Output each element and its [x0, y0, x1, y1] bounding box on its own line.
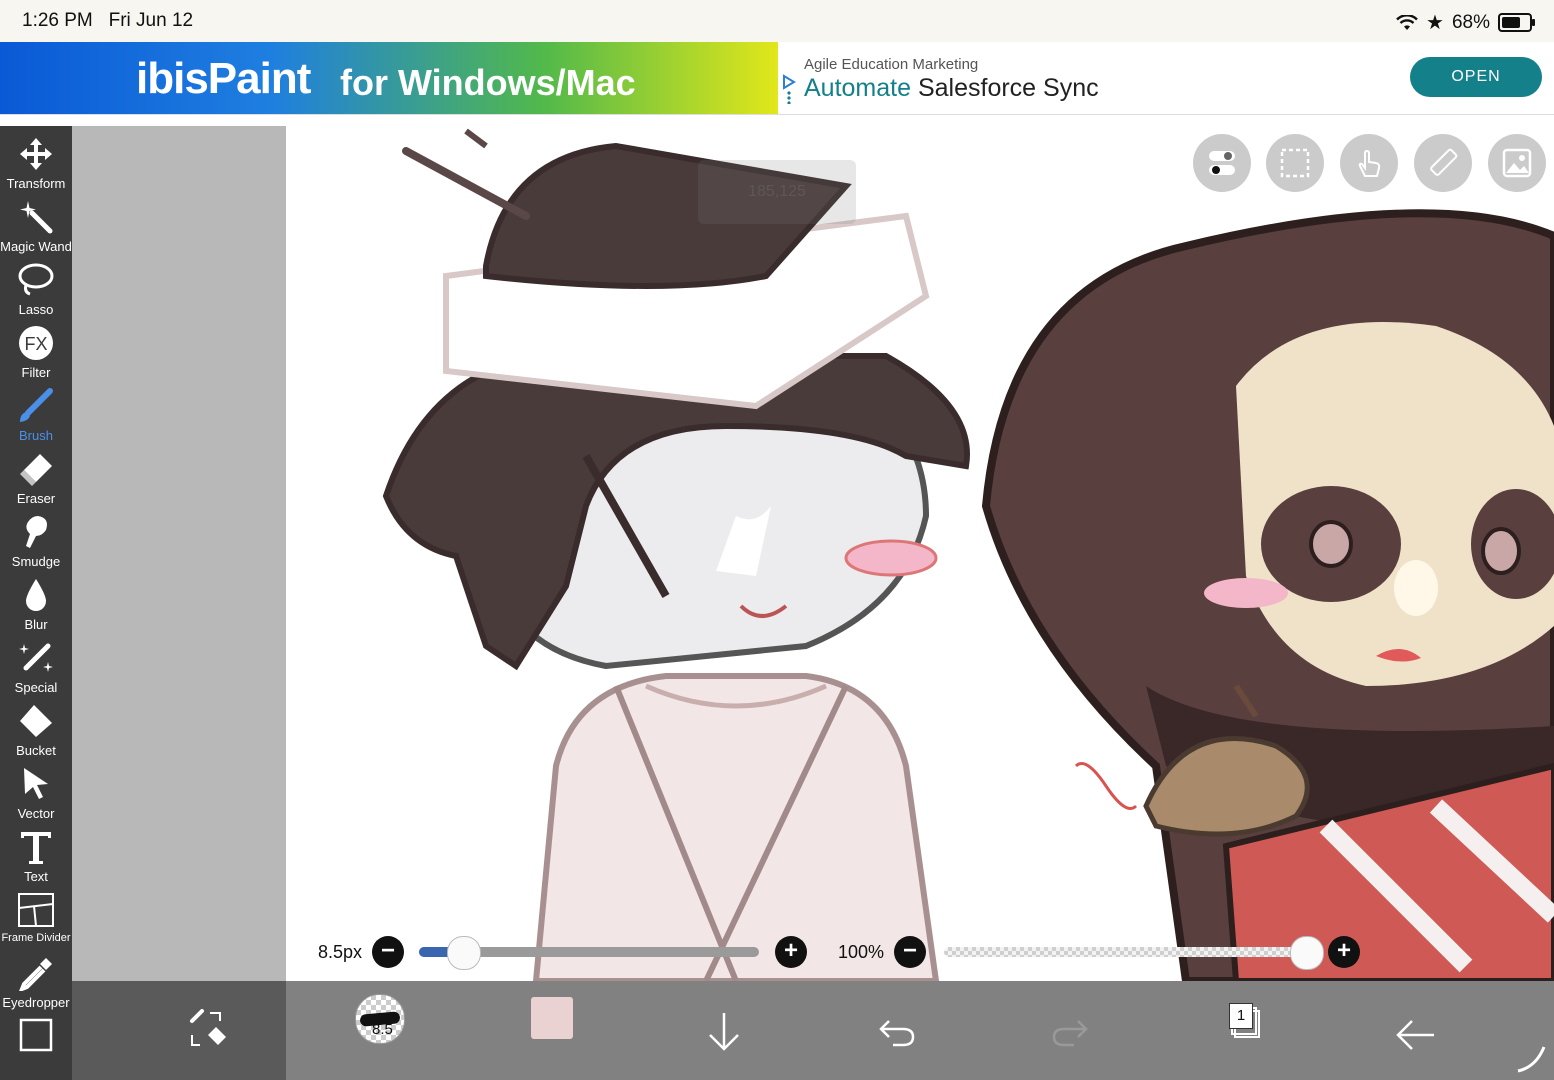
tool-bucket[interactable]: Bucket — [0, 697, 72, 760]
brush-size-slider-knob[interactable] — [447, 936, 482, 970]
ad-image[interactable]: ibisPaint for Windows/Mac — [0, 42, 778, 114]
status-bar: 1:26 PM Fri Jun 12 ★ 68% — [0, 0, 1554, 42]
tool-special[interactable]: Special — [0, 634, 72, 697]
coordinate-hint: 185,125 — [698, 160, 856, 224]
tool-panel: Transform Magic Wand Lasso FX Filter Bru… — [0, 126, 72, 1080]
toggle-switches-icon — [1209, 151, 1235, 175]
tool-smudge[interactable]: Smudge — [0, 508, 72, 571]
tool-magic-wand[interactable]: Magic Wand — [0, 193, 72, 256]
brush-size-increase-button[interactable]: + — [775, 936, 807, 968]
hand-touch-icon — [1358, 149, 1381, 177]
canvas-pasteboard — [72, 126, 286, 981]
ad-choices-icon[interactable] — [782, 74, 796, 104]
lasso-icon — [18, 263, 54, 296]
tool-text[interactable]: Text — [0, 823, 72, 886]
ruler-icon — [1430, 148, 1458, 176]
resize-handle-icon[interactable] — [1512, 1037, 1552, 1077]
color-swatch-button[interactable] — [531, 997, 573, 1039]
text-icon — [21, 832, 51, 864]
brush-size-preview-button[interactable]: 8.5 — [355, 994, 405, 1044]
brush-opacity-slider[interactable] — [944, 947, 1306, 957]
tool-filter[interactable]: FX Filter — [0, 319, 72, 382]
tool-frame-divider[interactable]: Frame Divider — [0, 886, 72, 949]
brush-size-label: 8.5px — [318, 942, 363, 962]
tool-eyedropper[interactable]: Eyedropper — [0, 949, 72, 1012]
redo-button[interactable] — [1040, 999, 1100, 1059]
undo-icon — [879, 1020, 915, 1047]
bucket-icon — [20, 705, 52, 737]
arrow-left-icon — [1396, 1020, 1434, 1050]
back-button[interactable] — [1386, 999, 1446, 1059]
blur-drop-icon — [26, 579, 46, 611]
battery-icon — [1498, 13, 1535, 32]
ad-tagline: for Windows/Mac — [340, 62, 636, 103]
eraser-icon — [20, 454, 52, 486]
brush-eraser-swap-icon — [190, 1009, 226, 1046]
brush-settings-bar: 8.5px − + 100% − + — [286, 930, 1554, 974]
wifi-icon — [1396, 14, 1418, 30]
special-pen-icon — [19, 643, 53, 672]
quick-settings-button[interactable] — [1193, 134, 1251, 192]
tool-canvas-toggle[interactable] — [0, 1012, 72, 1075]
eyedropper-icon — [19, 958, 52, 991]
touch-gesture-button[interactable] — [1340, 134, 1398, 192]
magic-wand-icon — [20, 201, 53, 234]
brush-properties-button[interactable] — [694, 999, 754, 1059]
brush-opacity-decrease-button[interactable]: − — [894, 936, 926, 968]
image-icon — [1502, 148, 1532, 178]
vector-cursor-icon — [24, 768, 48, 799]
bottom-toolbar: 8.5 1 — [72, 981, 1554, 1080]
tool-brush[interactable]: Brush — [0, 382, 72, 445]
redo-icon — [1052, 1020, 1088, 1047]
tool-eraser[interactable]: Eraser — [0, 445, 72, 508]
svg-text:FX: FX — [24, 334, 47, 354]
tool-blur[interactable]: Blur — [0, 571, 72, 634]
move-icon — [20, 138, 52, 170]
artwork — [382, 128, 1554, 981]
arrow-down-icon — [709, 1013, 739, 1051]
fx-icon: FX — [19, 326, 53, 360]
star-icon: ★ — [1426, 12, 1444, 34]
canvas-frame-icon — [19, 1018, 53, 1052]
ad-open-button[interactable]: OPEN — [1410, 57, 1542, 97]
ad-headline: Automate Salesforce Sync — [804, 74, 1099, 102]
selection-marquee-icon — [1280, 148, 1310, 178]
tool-switch-button[interactable] — [176, 999, 236, 1059]
ruler-button[interactable] — [1414, 134, 1472, 192]
brush-icon — [20, 388, 53, 422]
tool-transform[interactable]: Transform — [0, 130, 72, 193]
brush-opacity-increase-button[interactable]: + — [1328, 936, 1360, 968]
frame-divider-icon — [18, 893, 54, 927]
brush-size-value: 8.5 — [372, 1021, 393, 1038]
layer-count: 1 — [1229, 1003, 1253, 1029]
ad-banner[interactable]: ibisPaint for Windows/Mac Agile Educatio… — [0, 42, 1554, 115]
brush-size-decrease-button[interactable]: − — [372, 936, 404, 968]
tool-vector[interactable]: Vector — [0, 760, 72, 823]
battery-percent: 68% — [1451, 11, 1490, 33]
brush-opacity-slider-knob[interactable] — [1290, 936, 1324, 970]
layers-button[interactable]: 1 — [1225, 1001, 1261, 1038]
smudge-icon — [26, 516, 47, 548]
tool-lasso[interactable]: Lasso — [0, 256, 72, 319]
reference-image-button[interactable] — [1488, 134, 1546, 192]
ad-brand-logo: ibisPaint — [136, 54, 311, 103]
brush-opacity-label: 100% — [838, 942, 885, 962]
drawing-canvas[interactable]: 185,125 — [286, 126, 1554, 981]
status-time: 1:26 PM Fri Jun 12 — [22, 10, 194, 31]
undo-button[interactable] — [867, 999, 927, 1059]
selection-button[interactable] — [1266, 134, 1324, 192]
ad-company: Agile Education Marketing — [804, 56, 979, 73]
